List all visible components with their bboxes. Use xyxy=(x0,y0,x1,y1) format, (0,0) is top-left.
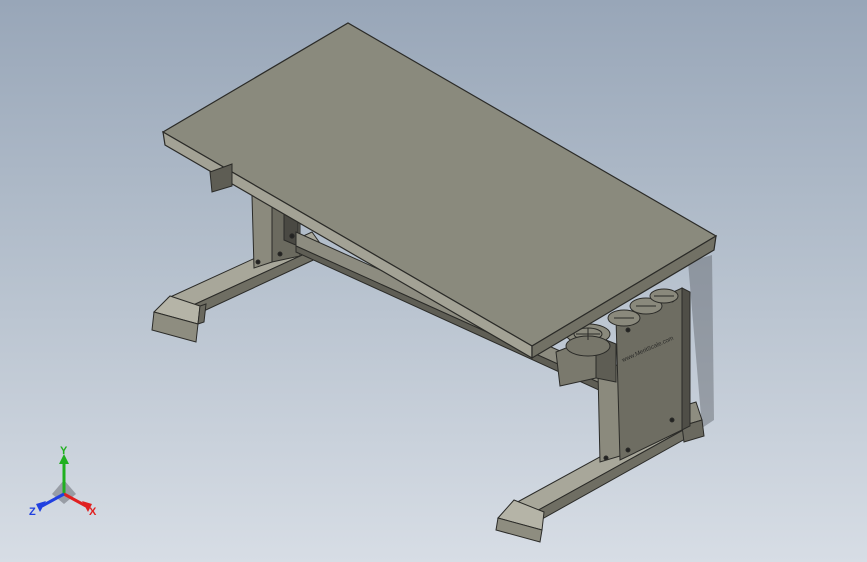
model-viewport[interactable]: www.MeritScale.com Y X Z xyxy=(0,0,867,562)
axis-triad: Y X Z xyxy=(22,446,112,526)
workbench-model[interactable]: www.MeritScale.com xyxy=(0,0,867,562)
x-axis-label: X xyxy=(89,506,97,518)
z-axis-label: Z xyxy=(29,506,36,518)
drop-shadow xyxy=(688,255,714,428)
y-axis-label: Y xyxy=(60,445,68,457)
